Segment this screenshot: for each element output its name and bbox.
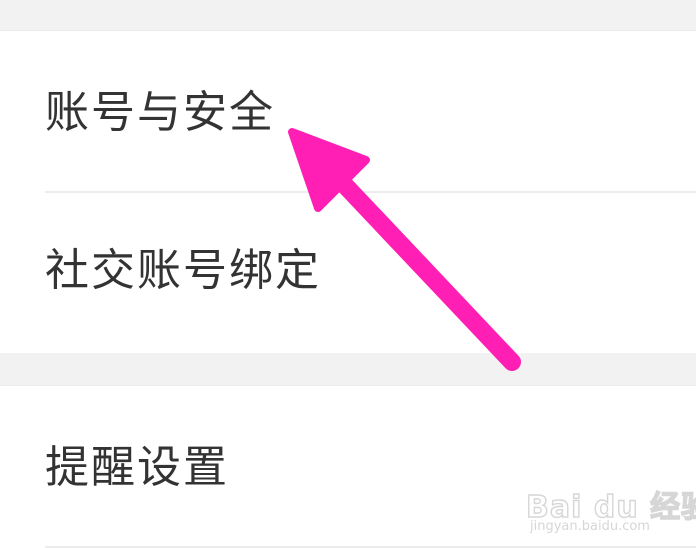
settings-item-social-binding[interactable]: 社交账号绑定 <box>0 193 696 353</box>
baidu-jingyan-watermark: Bai du 经验 jingyan.baidu.com <box>525 482 696 534</box>
settings-item-label: 提醒设置 <box>45 442 229 493</box>
settings-screen: 账号与安全 社交账号绑定 提醒设置 Bai du 经验 jingyan.baid… <box>0 0 696 548</box>
watermark-url: jingyan.baidu.com <box>530 519 650 534</box>
settings-item-label: 社交账号绑定 <box>45 245 321 296</box>
settings-item-label: 账号与安全 <box>45 87 275 138</box>
settings-item-account-security[interactable]: 账号与安全 <box>0 31 696 191</box>
settings-group-account: 账号与安全 社交账号绑定 <box>0 30 696 353</box>
